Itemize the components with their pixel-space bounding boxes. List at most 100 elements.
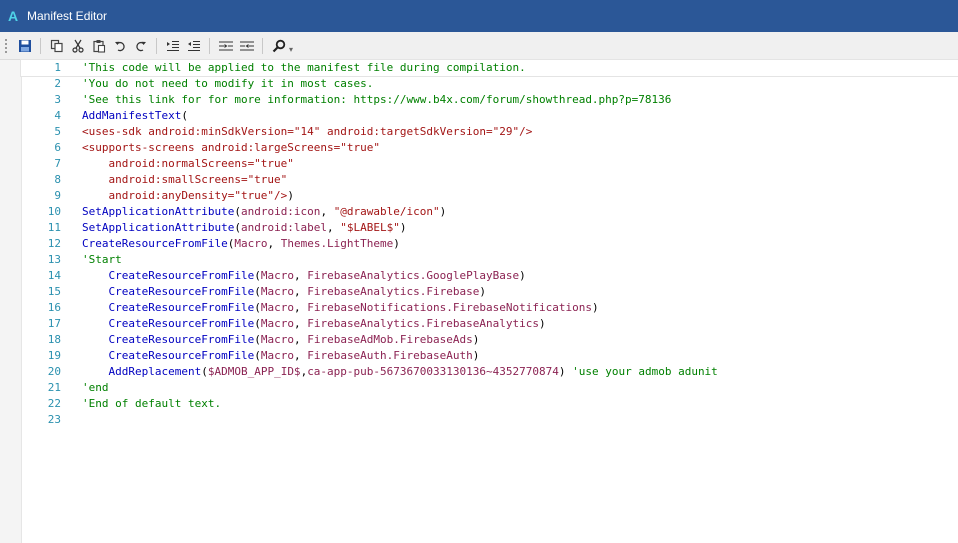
- paste-button[interactable]: [89, 36, 108, 56]
- code-token: 'Start: [82, 253, 122, 266]
- toolbar-grip[interactable]: [5, 38, 9, 53]
- code-line[interactable]: 7 android:normalScreens="true": [21, 156, 958, 172]
- code-line[interactable]: 2 'You do not need to modify it in most c…: [21, 76, 958, 92]
- line-number: 22: [47, 397, 61, 410]
- code-token: 'end: [82, 381, 109, 394]
- line-number: 16: [47, 301, 61, 314]
- code-line[interactable]: 22 'End of default text.: [21, 396, 958, 412]
- code-token: Macro: [260, 349, 294, 362]
- code-area[interactable]: 1 'This code will be applied to the manif…: [20, 59, 958, 428]
- outdent-icon: [187, 40, 200, 51]
- toolbar-separator: [156, 37, 157, 54]
- code-line[interactable]: 19 CreateResourceFromFile(Macro, Firebas…: [21, 348, 958, 364]
- code-token: 'See this link for for more information:…: [82, 93, 672, 106]
- indent-button[interactable]: [163, 36, 182, 56]
- line-text: CreateResourceFromFile(Macro, FirebaseNo…: [82, 300, 599, 316]
- code-line[interactable]: 13 'Start: [21, 252, 958, 268]
- save-button[interactable]: [15, 36, 34, 56]
- code-token: android:smallScreens="true": [82, 173, 288, 186]
- code-token: (: [234, 221, 241, 234]
- code-token: CreateResourceFromFile: [108, 301, 255, 314]
- line-text: CreateResourceFromFile(Macro, FirebaseAn…: [82, 268, 526, 284]
- code-line[interactable]: 17 CreateResourceFromFile(Macro, Firebas…: [21, 316, 958, 332]
- undo-icon: [114, 41, 125, 51]
- code-line[interactable]: 11 SetApplicationAttribute(android:label,…: [21, 220, 958, 236]
- code-token: (: [201, 365, 208, 378]
- code-token: ): [439, 205, 447, 218]
- line-text: CreateResourceFromFile(Macro, FirebaseAd…: [82, 332, 480, 348]
- redo-icon: [135, 41, 146, 51]
- code-line[interactable]: 16 CreateResourceFromFile(Macro, Firebas…: [21, 300, 958, 316]
- code-line[interactable]: 9 android:anyDensity="true"/>): [21, 188, 958, 204]
- code-token: ): [287, 189, 294, 202]
- redo-button[interactable]: [131, 36, 150, 56]
- line-text: 'See this link for for more information:…: [82, 92, 671, 108]
- code-token: <uses-sdk android:minSdkVersion="14" and…: [82, 125, 533, 138]
- find-icon: [272, 39, 285, 52]
- line-number: 17: [47, 317, 61, 330]
- code-line[interactable]: 18 CreateResourceFromFile(Macro, Firebas…: [21, 332, 958, 348]
- code-token: FirebaseAuth.FirebaseAuth: [307, 349, 473, 362]
- code-line[interactable]: 6 <supports-screens android:largeScreens=…: [21, 140, 958, 156]
- line-text: CreateResourceFromFile(Macro, FirebaseAn…: [82, 284, 487, 300]
- code-line[interactable]: 20 AddReplacement($ADMOB_APP_ID$,ca-app-…: [21, 364, 958, 380]
- line-number: 8: [54, 173, 61, 186]
- copy-button[interactable]: [47, 36, 66, 56]
- line-text: SetApplicationAttribute(android:icon, "@…: [82, 204, 446, 220]
- window-title: Manifest Editor: [27, 9, 108, 23]
- code-token: ,: [293, 269, 308, 282]
- outdent-button[interactable]: [184, 36, 203, 56]
- code-token: ,: [293, 349, 308, 362]
- code-token: AddReplacement: [108, 365, 202, 378]
- code-line[interactable]: 5 <uses-sdk android:minSdkVersion="14" an…: [21, 124, 958, 140]
- code-line[interactable]: 4 AddManifestText(: [21, 108, 958, 124]
- code-line[interactable]: 23: [21, 412, 958, 428]
- line-number: 20: [47, 365, 61, 378]
- line-text: <supports-screens android:largeScreens="…: [82, 140, 380, 156]
- code-editor[interactable]: 1 'This code will be applied to the manif…: [0, 59, 958, 543]
- comment-block-button[interactable]: [216, 36, 235, 56]
- code-line[interactable]: 21 'end: [21, 380, 958, 396]
- line-number: 9: [54, 189, 61, 202]
- code-token: ): [393, 237, 400, 250]
- code-token: Macro: [260, 301, 294, 314]
- toolbar-separator: [209, 37, 210, 54]
- code-token: android:normalScreens="true": [82, 157, 294, 170]
- line-number: 23: [47, 413, 61, 426]
- line-number: 5: [54, 125, 61, 138]
- code-line[interactable]: 1 'This code will be applied to the manif…: [20, 59, 958, 77]
- uncomment-block-button[interactable]: [237, 36, 256, 56]
- line-text: 'This code will be applied to the manife…: [82, 60, 526, 76]
- line-number: 2: [54, 77, 61, 90]
- code-token: FirebaseAdMob.FirebaseAds: [307, 333, 473, 346]
- code-line[interactable]: 3 'See this link for for more information…: [21, 92, 958, 108]
- code-token: (: [254, 317, 261, 330]
- paste-icon: [92, 39, 105, 53]
- code-token: "@drawable/icon": [333, 205, 440, 218]
- code-token: ,: [320, 205, 334, 218]
- code-token: $ADMOB_APP_ID$: [207, 365, 301, 378]
- code-token: ): [558, 365, 573, 378]
- line-text: AddReplacement($ADMOB_APP_ID$,ca-app-pub…: [82, 364, 718, 380]
- find-dropdown-icon[interactable]: ▾: [289, 45, 293, 54]
- title-bar: A Manifest Editor: [0, 0, 958, 32]
- code-line[interactable]: 8 android:smallScreens="true": [21, 172, 958, 188]
- editor-margin[interactable]: [0, 60, 22, 543]
- code-token: <supports-screens android:largeScreens="…: [82, 141, 381, 154]
- code-line[interactable]: 10 SetApplicationAttribute(android:icon, …: [21, 204, 958, 220]
- code-token: android:icon: [240, 205, 321, 218]
- code-token: "$LABEL$": [340, 221, 400, 234]
- code-line[interactable]: 15 CreateResourceFromFile(Macro, Firebas…: [21, 284, 958, 300]
- code-line[interactable]: 12 CreateResourceFromFile(Macro, Themes.L…: [21, 236, 958, 252]
- line-number: 14: [47, 269, 61, 282]
- cut-button[interactable]: [68, 36, 87, 56]
- code-line[interactable]: 14 CreateResourceFromFile(Macro, Firebas…: [21, 268, 958, 284]
- code-token: 'End of default text.: [82, 397, 222, 410]
- find-button[interactable]: [269, 36, 288, 56]
- undo-button[interactable]: [110, 36, 129, 56]
- line-number: 4: [54, 109, 61, 122]
- line-number: 18: [47, 333, 61, 346]
